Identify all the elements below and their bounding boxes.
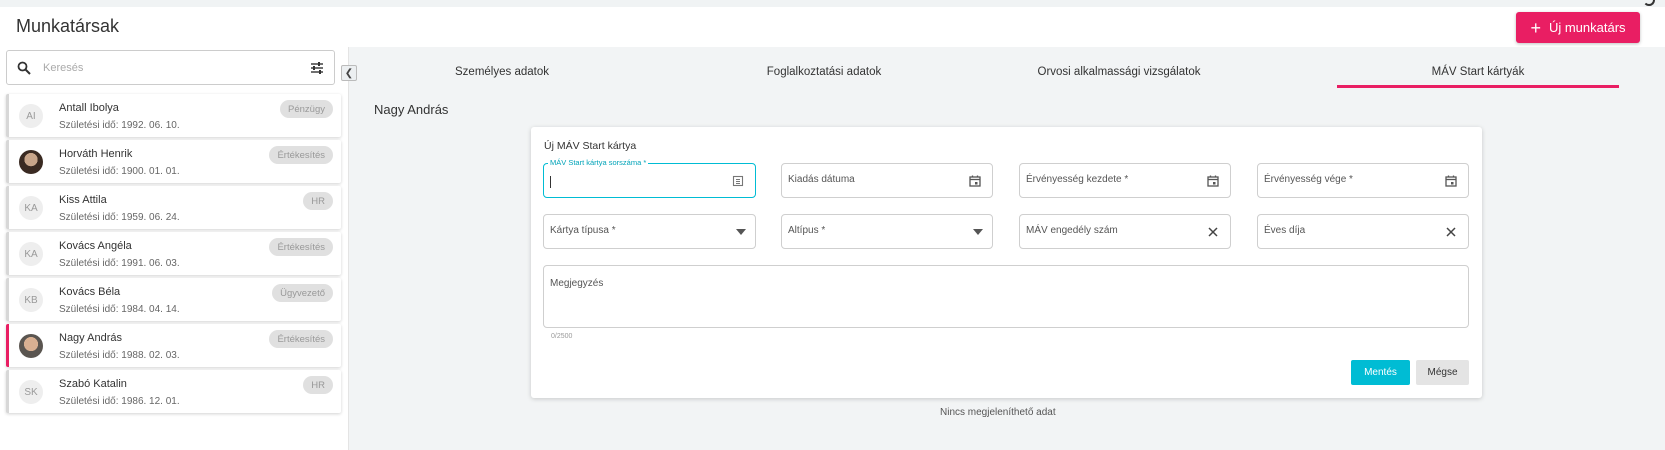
calendar-icon[interactable] — [968, 174, 982, 188]
list-item[interactable]: AI Antall Ibolya Születési idő: 1992. 06… — [6, 94, 341, 137]
list-item[interactable]: Horváth Henrik Születési idő: 1900. 01. … — [6, 140, 341, 183]
employee-birth-date: Születési idő: 1900. 01. 01. — [59, 166, 180, 177]
clear-icon[interactable] — [1444, 225, 1458, 239]
id-card-icon — [732, 175, 744, 187]
department-badge: HR — [303, 376, 333, 394]
valid-from-label: Érvényesség kezdete * — [1026, 174, 1129, 185]
annual-fee-field[interactable]: Éves díja — [1257, 214, 1469, 249]
tab-personal-data[interactable]: Személyes adatok — [349, 60, 655, 88]
dropdown-arrow-icon — [736, 229, 746, 235]
form-title: Új MÁV Start kártya — [544, 140, 637, 152]
department-badge: Ügyvezető — [272, 284, 333, 302]
filter-icon[interactable] — [310, 61, 324, 75]
dropdown-arrow-icon — [973, 229, 983, 235]
calendar-icon[interactable] — [1444, 174, 1458, 188]
employee-name: Antall Ibolya — [59, 102, 119, 114]
issue-date-label: Kiadás dátuma — [788, 174, 855, 185]
employee-list: AI Antall Ibolya Születési idő: 1992. 06… — [6, 94, 341, 416]
tab-mav-start-cards[interactable]: MÁV Start kártyák — [1337, 60, 1619, 88]
valid-to-field[interactable]: Érvényesség vége * — [1257, 163, 1469, 198]
list-item-selected[interactable]: Nagy András Születési idő: 1988. 02. 03.… — [6, 324, 341, 367]
avatar — [19, 334, 43, 358]
subtype-label: Altípus * — [788, 225, 826, 236]
list-item[interactable]: SK Szabó Katalin Születési idő: 1986. 12… — [6, 370, 341, 413]
avatar: KA — [19, 196, 43, 220]
panel-divider — [348, 47, 349, 450]
employee-birth-date: Születési idő: 1991. 06. 03. — [59, 258, 180, 269]
card-number-label: MÁV Start kártya sorszáma * — [548, 158, 649, 167]
card-number-field[interactable]: MÁV Start kártya sorszáma * — [543, 158, 756, 198]
note-label: Megjegyzés — [550, 278, 604, 289]
page-title: Munkatársak — [16, 16, 120, 36]
search-input[interactable]: Keresés — [6, 50, 335, 85]
permit-number-field[interactable]: MÁV engedély szám — [1019, 214, 1231, 249]
new-employee-label: Új munkatárs — [1548, 20, 1626, 35]
list-item[interactable]: KA Kiss Attila Születési idő: 1959. 06. … — [6, 186, 341, 229]
text-cursor — [550, 176, 551, 188]
employee-birth-date: Születési idő: 1984. 04. 14. — [59, 304, 180, 315]
employee-name: Szabó Katalin — [59, 378, 127, 390]
employee-name: Kovács Angéla — [59, 240, 132, 252]
employee-name: Kiss Attila — [59, 194, 107, 206]
note-char-counter: 0/2500 — [551, 333, 573, 340]
card-type-label: Kártya típusa * — [550, 225, 616, 236]
plus-icon: + — [1530, 17, 1541, 38]
employee-name: Nagy András — [59, 332, 122, 344]
valid-to-label: Érvényesség vége * — [1264, 174, 1353, 185]
employee-name: Kovács Béla — [59, 286, 121, 298]
tab-employment-data[interactable]: Foglalkoztatási adatok — [679, 60, 969, 88]
department-badge: Pénzügy — [280, 100, 333, 118]
note-textarea[interactable]: Megjegyzés — [543, 265, 1469, 328]
selected-person-name: Nagy András — [374, 102, 449, 117]
search-icon — [17, 61, 31, 75]
avatar: SK — [19, 380, 43, 404]
valid-from-field[interactable]: Érvényesség kezdete * — [1019, 163, 1231, 198]
tab-medical-exams[interactable]: Orvosi alkalmassági vizsgálatok — [969, 60, 1269, 88]
employee-name: Horváth Henrik — [59, 148, 133, 160]
annual-fee-label: Éves díja — [1264, 225, 1306, 236]
department-badge: Értékesítés — [269, 238, 333, 256]
search-placeholder: Keresés — [43, 61, 84, 74]
issue-date-field[interactable]: Kiadás dátuma — [781, 163, 993, 198]
employee-birth-date: Születési idő: 1986. 12. 01. — [59, 396, 180, 407]
card-type-select[interactable]: Kártya típusa * — [543, 214, 756, 249]
avatar: KA — [19, 242, 43, 266]
department-badge: Értékesítés — [269, 146, 333, 164]
cancel-button[interactable]: Mégse — [1416, 360, 1469, 385]
top-strip — [0, 0, 1665, 7]
department-badge: Értékesítés — [269, 330, 333, 348]
new-employee-button[interactable]: + Új munkatárs — [1516, 12, 1640, 43]
employee-birth-date: Születési idő: 1959. 06. 24. — [59, 212, 180, 223]
new-card-form: Új MÁV Start kártya MÁV Start kártya sor… — [531, 127, 1482, 398]
empty-state-message: Nincs megjeleníthető adat — [940, 407, 1056, 418]
employee-birth-date: Születési idő: 1988. 02. 03. — [59, 350, 180, 361]
department-badge: HR — [303, 192, 333, 210]
permit-number-label: MÁV engedély szám — [1026, 225, 1118, 236]
avatar: AI — [19, 104, 43, 128]
tab-bar: Személyes adatok Foglalkoztatási adatok … — [349, 60, 1639, 88]
subtype-select[interactable]: Altípus * — [781, 214, 993, 249]
list-item[interactable]: KA Kovács Angéla Születési idő: 1991. 06… — [6, 232, 341, 275]
employee-birth-date: Születési idő: 1992. 06. 10. — [59, 120, 180, 131]
calendar-icon[interactable] — [1206, 174, 1220, 188]
avatar: KB — [19, 288, 43, 312]
save-button[interactable]: Mentés — [1351, 360, 1410, 385]
avatar — [19, 150, 43, 174]
list-item[interactable]: KB Kovács Béla Születési idő: 1984. 04. … — [6, 278, 341, 321]
clear-icon[interactable] — [1206, 225, 1220, 239]
